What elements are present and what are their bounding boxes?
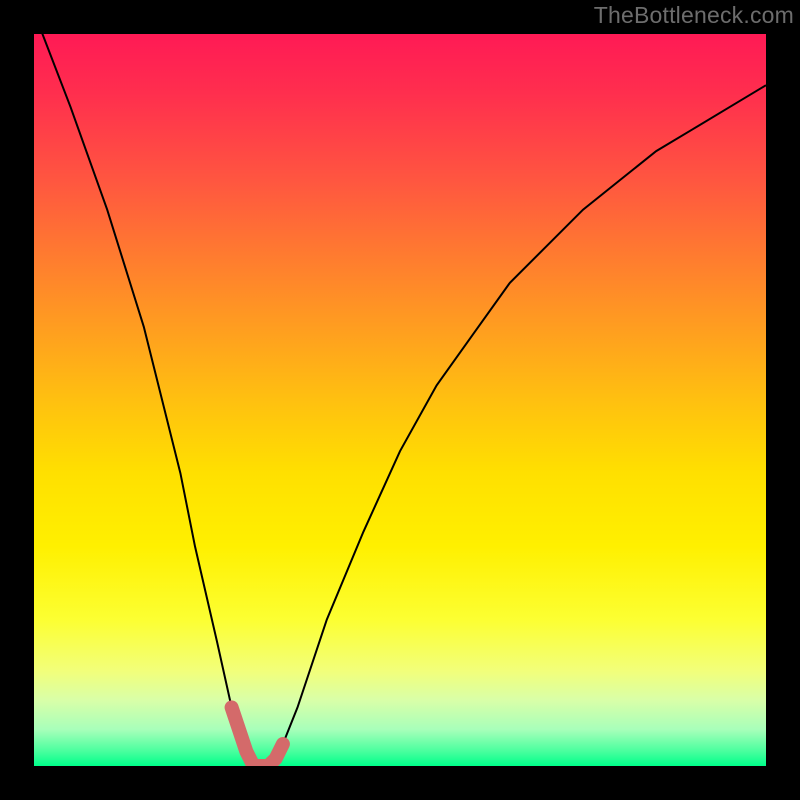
watermark-text: TheBottleneck.com [594,2,794,29]
chart-frame: TheBottleneck.com [0,0,800,800]
match-region-marker [232,707,283,766]
plot-area [34,34,766,766]
chart-svg [34,34,766,766]
bottleneck-curve [34,34,766,766]
